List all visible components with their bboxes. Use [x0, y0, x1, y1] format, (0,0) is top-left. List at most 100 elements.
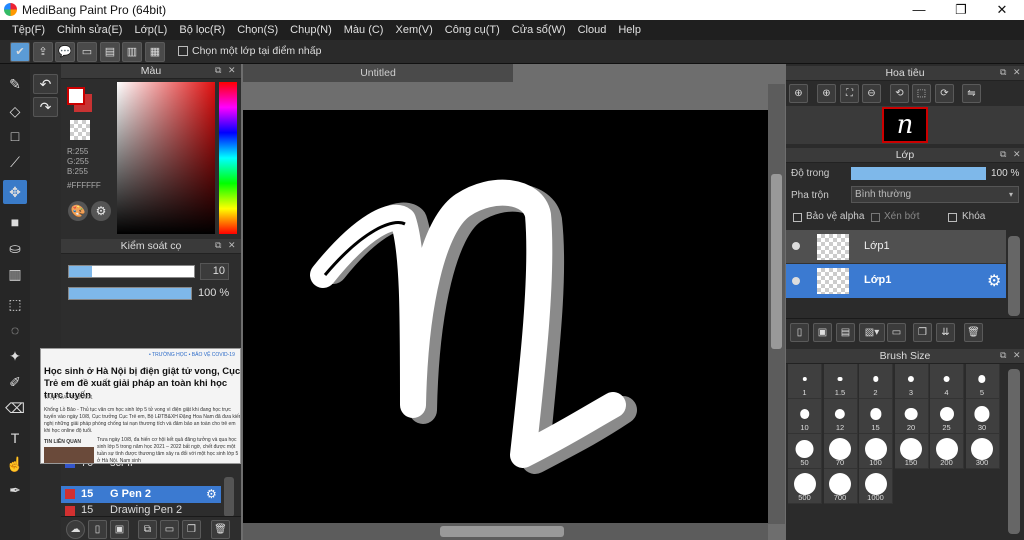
close-panel-icon[interactable]: ✕ — [1013, 149, 1021, 160]
zoom-in-alt-icon[interactable]: ⊕ — [817, 84, 836, 103]
menu-color[interactable]: Màu (C) — [338, 20, 390, 40]
brush-size-cell[interactable]: 20 — [894, 399, 929, 434]
visibility-icon[interactable] — [792, 242, 800, 250]
copy-brush-icon[interactable]: ⧉ — [138, 520, 157, 539]
layer-settings-icon[interactable]: ⚙ — [987, 271, 1001, 291]
brush-size-cell[interactable]: 2 — [859, 364, 893, 399]
size-value[interactable]: 10 — [200, 263, 229, 280]
fit-screen-icon[interactable]: ⛶ — [840, 84, 859, 103]
eraser-tool-icon[interactable]: ◇ — [3, 99, 27, 123]
brush-item-selected[interactable]: 15 G Pen 2 ⚙ — [61, 486, 221, 503]
float-panel-icon[interactable]: ⧉ — [1000, 149, 1006, 160]
delete-layer-icon[interactable]: 🗑 — [964, 323, 983, 342]
move-tool-icon[interactable]: ✥ — [3, 180, 27, 204]
brush-size-cell[interactable]: 5 — [965, 364, 1000, 399]
brush-size-cell[interactable]: 3 — [894, 364, 929, 399]
menu-cloud[interactable]: Cloud — [572, 20, 613, 40]
folder-icon[interactable]: ▭ — [160, 520, 179, 539]
menu-snap[interactable]: Chụp(N) — [284, 20, 338, 40]
select-tool-icon[interactable]: ⬚ — [3, 292, 27, 316]
text-tool-icon[interactable]: T — [3, 426, 27, 450]
brush-size-cell[interactable]: 200 — [930, 434, 964, 469]
check-icon[interactable]: ✔ — [10, 42, 30, 62]
brush-size-cell[interactable]: 50 — [788, 434, 822, 469]
layer-row[interactable]: Lớp1 — [786, 230, 1006, 264]
brush-tool-icon[interactable]: ✎ — [3, 72, 27, 96]
brush-size-cell[interactable]: 1.5 — [823, 364, 858, 399]
brush-size-scrollbar[interactable] — [1008, 369, 1020, 534]
canvas-vertical-scrollbar[interactable] — [768, 84, 785, 524]
zoom-out-icon[interactable]: ⊖ — [862, 84, 881, 103]
brush-size-cell[interactable]: 12 — [823, 399, 858, 434]
close-panel-icon[interactable]: ✕ — [1013, 67, 1021, 78]
new-layer-icon[interactable]: ▯ — [790, 323, 809, 342]
palette-settings-icon[interactable]: ⚙ — [91, 201, 111, 221]
trash-icon[interactable]: 🗑 — [211, 520, 230, 539]
brush-size-cell[interactable]: 100 — [859, 434, 893, 469]
rotate-left-icon[interactable]: ⟲ — [890, 84, 909, 103]
flip-icon[interactable]: ⇋ — [962, 84, 981, 103]
size-slider[interactable] — [68, 265, 195, 278]
menu-help[interactable]: Help — [612, 20, 647, 40]
brush-size-cell[interactable]: 150 — [894, 434, 929, 469]
close-panel-icon[interactable]: ✕ — [228, 65, 236, 76]
lasso-tool-icon[interactable]: ◌ — [3, 318, 27, 342]
redo-icon[interactable]: ↷ — [33, 97, 58, 117]
bucket-tool-icon[interactable]: ⛀ — [3, 236, 27, 260]
close-panel-icon[interactable]: ✕ — [228, 240, 236, 251]
merge-layer-icon[interactable]: ⇊ — [936, 323, 955, 342]
transparent-swatch[interactable] — [70, 120, 90, 140]
brush-size-cell[interactable]: 70 — [823, 434, 858, 469]
add-brush-dropdown-icon[interactable]: ▣ — [110, 520, 129, 539]
float-panel-icon[interactable]: ⧉ — [1000, 350, 1006, 361]
minimize-button[interactable]: — — [899, 0, 939, 20]
duplicate-icon[interactable]: ❐ — [182, 520, 201, 539]
layer-opacity-slider[interactable] — [851, 167, 986, 180]
protect-alpha-checkbox[interactable] — [793, 213, 802, 222]
brush-size-cell[interactable]: 700 — [823, 469, 858, 504]
fit-window-icon[interactable]: ⬚ — [912, 84, 931, 103]
clipping-checkbox[interactable] — [871, 213, 880, 222]
line-tool-icon[interactable]: ⟋ — [3, 150, 27, 174]
close-button[interactable]: ✕ — [982, 0, 1022, 20]
zoom-in-icon[interactable]: ⊕ — [789, 84, 808, 103]
brush-list-scrollbar[interactable] — [224, 477, 234, 517]
eyedropper-tool-icon[interactable]: ✒ — [3, 478, 27, 502]
brush-size-cell[interactable]: 15 — [859, 399, 893, 434]
duplicate-layer-icon[interactable]: ❐ — [913, 323, 932, 342]
float-panel-icon[interactable]: ⧉ — [215, 65, 221, 76]
rect-select-tool-icon[interactable]: □ — [3, 124, 27, 148]
menu-layer[interactable]: Lớp(L) — [128, 20, 173, 40]
menu-tools[interactable]: Công cụ(T) — [439, 20, 506, 40]
canvas-horizontal-scrollbar[interactable] — [243, 523, 768, 540]
brush-size-cell[interactable]: 10 — [788, 399, 822, 434]
primary-color-swatch[interactable] — [67, 87, 85, 105]
layer-row-selected[interactable]: Lớp1 ⚙ — [786, 264, 1006, 298]
undo-icon[interactable]: ↶ — [33, 74, 58, 94]
float-panel-icon[interactable]: ⧉ — [1000, 67, 1006, 78]
brush-size-cell[interactable]: 4 — [930, 364, 964, 399]
menu-view[interactable]: Xem(V) — [389, 20, 438, 40]
grid-icon[interactable]: ▦ — [145, 42, 165, 62]
gradient-tool-icon[interactable]: ▥ — [3, 262, 27, 286]
lock-checkbox[interactable] — [948, 213, 957, 222]
new-halftone-layer-icon[interactable]: ▣ — [813, 323, 832, 342]
page-icon[interactable]: ▥ — [122, 42, 142, 62]
layer-list-scrollbar[interactable] — [1008, 236, 1020, 316]
new-brush-icon[interactable]: ▯ — [88, 520, 107, 539]
saturation-value-picker[interactable] — [117, 82, 215, 234]
hand-tool-icon[interactable]: ☝ — [3, 452, 27, 476]
add-layer-dropdown-icon[interactable]: ▧▾ — [859, 323, 885, 342]
folder-icon[interactable]: ▭ — [887, 323, 906, 342]
blend-mode-select[interactable]: Bình thường ▾ — [851, 186, 1019, 203]
rotate-right-icon[interactable]: ⟳ — [935, 84, 954, 103]
opacity-slider[interactable] — [68, 287, 192, 300]
menu-window[interactable]: Cửa sổ(W) — [506, 20, 572, 40]
maximize-button[interactable]: ❐ — [941, 0, 981, 20]
comment-icon[interactable]: 💬 — [55, 42, 75, 62]
brush-size-cell[interactable]: 300 — [965, 434, 1000, 469]
select-layer-checkbox[interactable] — [178, 46, 188, 56]
select-eraser-tool-icon[interactable]: ⌫ — [3, 396, 27, 420]
brush-size-cell[interactable]: 1000 — [859, 469, 893, 504]
brush-size-cell[interactable]: 500 — [788, 469, 822, 504]
